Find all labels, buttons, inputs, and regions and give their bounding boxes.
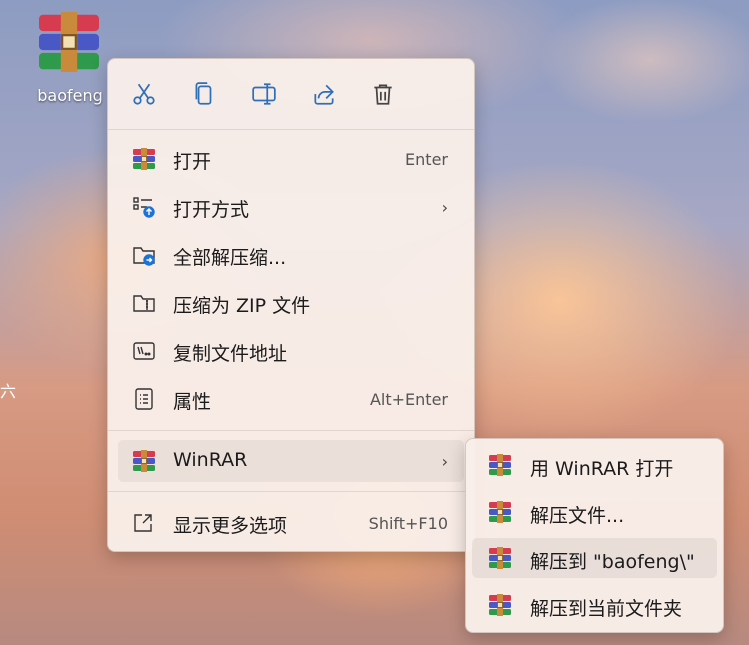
share-button[interactable] — [307, 77, 341, 111]
winrar-icon — [488, 454, 512, 476]
cut-button[interactable] — [127, 77, 161, 111]
menu-item-label: 压缩为 ZIP 文件 — [173, 295, 311, 317]
show-more-icon — [134, 514, 152, 532]
copy-icon — [195, 82, 212, 105]
menu-item-label: 显示更多选项 — [173, 515, 288, 537]
winrar-archive-icon — [34, 12, 104, 72]
delete-icon — [374, 84, 392, 105]
submenu-item-label: 解压文件... — [530, 505, 625, 527]
winrar-icon — [132, 450, 156, 472]
submenu-item-extract-files[interactable]: 解压文件... — [472, 492, 717, 532]
submenu-item-label: 解压到 "baofeng\" — [530, 551, 695, 573]
winrar-icon — [132, 148, 156, 170]
submenu-item-extract-here[interactable]: 解压到当前文件夹 — [472, 585, 717, 625]
menu-item-label: 属性 — [173, 391, 212, 413]
winrar-icon — [488, 501, 512, 523]
submenu-item-label: 解压到当前文件夹 — [530, 598, 683, 620]
desktop-file-label: baofeng — [37, 86, 103, 105]
chevron-right-icon: › — [441, 198, 448, 217]
winrar-icon — [488, 594, 512, 616]
menu-item-open-with[interactable]: 打开方式 › — [118, 186, 464, 228]
zip-icon — [133, 295, 155, 312]
delete-button[interactable] — [366, 77, 400, 111]
menu-item-shortcut: Alt+Enter — [369, 390, 448, 409]
context-menu-toolbar — [108, 59, 474, 129]
submenu-item-extract-to-folder[interactable]: 解压到 "baofeng\" — [472, 538, 717, 578]
menu-item-shortcut: Shift+F10 — [368, 514, 448, 533]
menu-item-open[interactable]: 打开 Enter — [118, 138, 464, 180]
menu-item-label: 打开 — [173, 151, 212, 173]
menu-item-winrar[interactable]: WinRAR › — [118, 440, 464, 482]
menu-divider — [108, 430, 474, 431]
extract-folder-icon — [133, 247, 155, 266]
context-menu: 打开 Enter 打开方式 › 全部解压缩... 压缩为 ZIP 文件 复制文件… — [107, 58, 475, 552]
properties-icon — [135, 388, 153, 410]
menu-item-properties[interactable]: 属性 Alt+Enter — [118, 378, 464, 420]
menu-divider — [108, 491, 474, 492]
rename-button[interactable] — [247, 77, 281, 111]
share-icon — [314, 84, 334, 105]
menu-item-label: 复制文件地址 — [173, 343, 288, 365]
rename-icon — [252, 83, 276, 105]
menu-item-label: WinRAR — [173, 449, 248, 471]
menu-item-label: 全部解压缩... — [173, 247, 287, 269]
copy-path-icon — [133, 342, 155, 360]
desktop-edge-glyph: 六 — [0, 382, 17, 401]
menu-item-label: 打开方式 — [173, 199, 250, 221]
menu-item-copy-path[interactable]: 复制文件地址 — [118, 330, 464, 372]
menu-item-show-more[interactable]: 显示更多选项 Shift+F10 — [118, 502, 464, 544]
cut-icon — [133, 83, 155, 105]
menu-item-compress-zip[interactable]: 压缩为 ZIP 文件 — [118, 282, 464, 324]
menu-divider — [108, 129, 474, 130]
submenu-item-open-with-winrar[interactable]: 用 WinRAR 打开 — [472, 445, 717, 485]
winrar-icon — [488, 547, 512, 569]
copy-button[interactable] — [187, 77, 221, 111]
winrar-submenu: 用 WinRAR 打开 解压文件... 解压到 "baofeng\" 解压到当前… — [465, 438, 724, 633]
submenu-item-label: 用 WinRAR 打开 — [530, 458, 674, 480]
menu-item-extract-all[interactable]: 全部解压缩... — [118, 234, 464, 276]
menu-item-shortcut: Enter — [405, 150, 448, 169]
open-with-icon — [133, 197, 155, 218]
chevron-right-icon: › — [441, 452, 448, 471]
